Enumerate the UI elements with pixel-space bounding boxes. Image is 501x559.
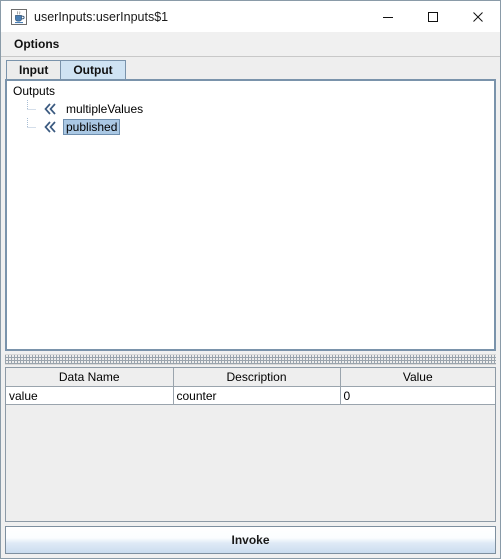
tab-strip: Input Output bbox=[1, 57, 500, 79]
window-title: userInputs:userInputs$1 bbox=[34, 9, 169, 24]
tree-node-published[interactable]: published bbox=[10, 118, 494, 136]
double-chevron-left-icon bbox=[43, 119, 58, 135]
window-controls bbox=[365, 1, 500, 32]
tree-node-label[interactable]: multipleValues bbox=[63, 101, 146, 117]
tab-output[interactable]: Output bbox=[60, 60, 126, 79]
double-chevron-left-icon bbox=[43, 101, 58, 117]
data-table: Data Name Description Value value counte… bbox=[6, 368, 495, 405]
outputs-tree: Outputs multipleValues published bbox=[7, 81, 494, 136]
data-table-panel: Data Name Description Value value counte… bbox=[5, 367, 496, 522]
minimize-button[interactable] bbox=[365, 1, 410, 32]
close-icon bbox=[472, 11, 483, 22]
split-pane-divider[interactable] bbox=[5, 354, 496, 365]
title-bar: userInputs:userInputs$1 bbox=[1, 1, 500, 32]
minimize-icon bbox=[382, 16, 393, 18]
table-row[interactable]: value counter 0 bbox=[6, 386, 495, 405]
cell-value[interactable]: 0 bbox=[340, 386, 495, 405]
column-header-data-name[interactable]: Data Name bbox=[6, 368, 174, 387]
tree-branch-line bbox=[21, 118, 43, 136]
close-button[interactable] bbox=[455, 1, 500, 32]
application-window: userInputs:userInputs$1 Options Input Ou… bbox=[0, 0, 501, 559]
table-header-row: Data Name Description Value bbox=[6, 368, 495, 387]
outputs-tree-panel[interactable]: Outputs multipleValues published bbox=[5, 79, 496, 351]
maximize-button[interactable] bbox=[410, 1, 455, 32]
java-coffee-cup-icon bbox=[11, 8, 27, 25]
menu-bar: Options bbox=[1, 32, 500, 57]
tree-root-label[interactable]: Outputs bbox=[10, 83, 494, 100]
tree-node-multiplevalues[interactable]: multipleValues bbox=[10, 100, 494, 118]
tab-input[interactable]: Input bbox=[6, 60, 62, 79]
column-header-description[interactable]: Description bbox=[173, 368, 341, 387]
tree-branch-line bbox=[21, 100, 43, 118]
invoke-button[interactable]: Invoke bbox=[5, 526, 496, 554]
cell-data-name[interactable]: value bbox=[6, 386, 174, 405]
tree-node-label-selected[interactable]: published bbox=[63, 119, 121, 135]
table-empty-area bbox=[6, 405, 495, 521]
maximize-icon bbox=[427, 11, 438, 22]
menu-item-options[interactable]: Options bbox=[9, 35, 64, 53]
column-header-value[interactable]: Value bbox=[340, 368, 495, 387]
cell-description[interactable]: counter bbox=[173, 386, 341, 405]
button-bar: Invoke bbox=[5, 526, 496, 554]
